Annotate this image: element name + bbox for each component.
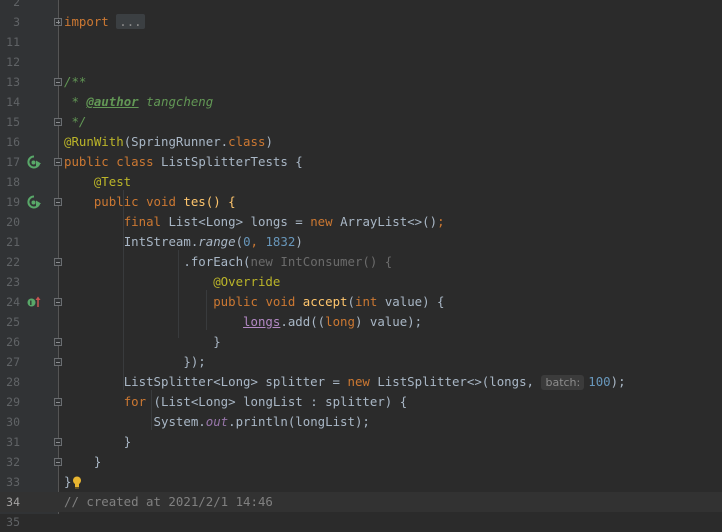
code-line[interactable]: 17 public class ListSplitterTests { (0, 152, 722, 172)
line-number: 21 (6, 235, 20, 249)
code-text: @RunWith(SpringRunner.class) (64, 134, 273, 149)
line-number: 16 (6, 135, 20, 149)
code-line[interactable]: 28 ListSplitter<Long> splitter = new Lis… (0, 372, 722, 392)
code-line[interactable]: 35 (0, 512, 722, 532)
parameter-hint: batch: (541, 375, 585, 390)
fold-collapse-icon[interactable] (54, 438, 62, 446)
code-line[interactable]: 16 @RunWith(SpringRunner.class) (0, 132, 722, 152)
code-editor[interactable]: 2 3 import ... 11 12 13 /** 14 * @author… (0, 0, 722, 529)
line-number: 17 (6, 155, 20, 169)
code-text: @Override (213, 274, 281, 289)
line-number: 29 (6, 395, 20, 409)
line-number: 3 (13, 15, 20, 29)
code-line[interactable]: 19 public void tes() { (0, 192, 722, 212)
code-line[interactable]: 23 @Override (0, 272, 722, 292)
code-line[interactable]: 31 } (0, 432, 722, 452)
code-text: longs.add((long) value); (243, 314, 423, 329)
code-line[interactable]: 13 /** (0, 72, 722, 92)
code-line[interactable]: 22 .forEach(new IntConsumer() { (0, 252, 722, 272)
code-text: } (123, 434, 132, 449)
line-number: 28 (6, 375, 20, 389)
code-text: */ (64, 114, 87, 129)
line-number: 34 (6, 495, 20, 509)
fold-collapse-icon[interactable] (54, 358, 62, 366)
fold-collapse-icon[interactable] (54, 338, 62, 346)
line-number: 22 (6, 255, 20, 269)
line-number: 32 (6, 455, 20, 469)
code-line[interactable]: 30 System.out.println(longList); (0, 412, 722, 432)
code-text: // created at 2021/2/1 14:46 (64, 494, 273, 509)
code-text: final List<Long> longs = new ArrayList<>… (123, 214, 445, 229)
line-number: 30 (6, 415, 20, 429)
fold-collapse-icon[interactable] (54, 398, 62, 406)
fold-collapse-icon[interactable] (54, 118, 62, 126)
line-number: 26 (6, 335, 20, 349)
line-number: 12 (6, 55, 20, 69)
code-text: }); (183, 354, 206, 369)
svg-text:I: I (30, 299, 32, 307)
code-line[interactable]: 24 I public void accept(int value) { (0, 292, 722, 312)
code-text: import ... (64, 12, 145, 32)
code-line[interactable]: 12 (0, 52, 722, 72)
code-line[interactable]: 11 (0, 32, 722, 52)
fold-collapse-icon[interactable] (54, 78, 62, 86)
line-number: 13 (6, 75, 20, 89)
line-number: 27 (6, 355, 20, 369)
line-number: 15 (6, 115, 20, 129)
line-number: 14 (6, 95, 20, 109)
code-text: } (93, 454, 102, 469)
code-text: for (List<Long> longList : splitter) { (123, 394, 408, 409)
fold-collapse-icon[interactable] (54, 198, 62, 206)
run-test-icon[interactable] (27, 195, 41, 209)
code-text: * @author tangcheng (64, 94, 214, 109)
code-text: } (213, 334, 221, 349)
fold-collapse-icon[interactable] (54, 158, 62, 166)
fold-collapse-icon[interactable] (54, 458, 62, 466)
line-number: 31 (6, 435, 20, 449)
code-text: public class ListSplitterTests { (64, 154, 303, 169)
code-line[interactable]: 20 final List<Long> longs = new ArrayLis… (0, 212, 722, 232)
line-number: 33 (6, 475, 20, 489)
line-number: 20 (6, 215, 20, 229)
code-text: System.out.println(longList); (153, 414, 370, 429)
code-text: @Test (93, 174, 132, 189)
code-line[interactable]: 2 (0, 0, 722, 12)
code-line[interactable]: 33 } (0, 472, 722, 492)
line-number: 23 (6, 275, 20, 289)
code-line[interactable]: 27 }); (0, 352, 722, 372)
code-text: ListSplitter<Long> splitter = new ListSp… (123, 374, 626, 390)
line-number: 19 (6, 195, 20, 209)
run-test-icon[interactable] (27, 155, 41, 169)
lightbulb-icon[interactable] (72, 476, 82, 489)
code-line[interactable]: 32 } (0, 452, 722, 472)
code-line[interactable]: 29 for (List<Long> longList : splitter) … (0, 392, 722, 412)
code-text: public void accept(int value) { (213, 294, 445, 309)
fold-expand-icon[interactable] (54, 18, 62, 26)
code-line[interactable]: 15 */ (0, 112, 722, 132)
line-number: 18 (6, 175, 20, 189)
folded-imports[interactable]: ... (116, 14, 145, 29)
code-line[interactable]: 21 IntStream.range(0, 1832) (0, 232, 722, 252)
code-text: public void tes() { (93, 194, 236, 209)
current-code-line[interactable]: 34 // created at 2021/2/1 14:46 (0, 492, 722, 512)
fold-collapse-icon[interactable] (54, 298, 62, 306)
line-number: 11 (6, 35, 20, 49)
code-line[interactable]: 26 } (0, 332, 722, 352)
line-number: 2 (13, 0, 20, 9)
fold-collapse-icon[interactable] (54, 258, 62, 266)
code-line[interactable]: 3 import ... (0, 12, 722, 32)
code-text: } (64, 472, 82, 492)
code-text: .forEach(new IntConsumer() { (183, 254, 393, 269)
implements-method-icon[interactable]: I (27, 295, 41, 309)
code-text: /** (64, 74, 87, 89)
code-line[interactable]: 14 * @author tangcheng (0, 92, 722, 112)
line-number: 25 (6, 315, 20, 329)
code-text: IntStream.range(0, 1832) (123, 234, 303, 249)
code-line[interactable]: 25 longs.add((long) value); (0, 312, 722, 332)
line-number: 35 (6, 515, 20, 529)
code-line[interactable]: 18 @Test (0, 172, 722, 192)
line-number: 24 (6, 295, 20, 309)
